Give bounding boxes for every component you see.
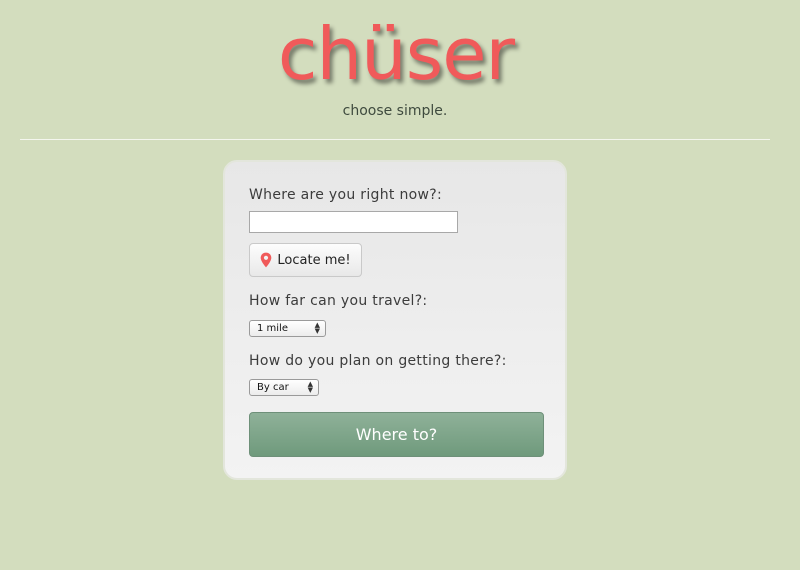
tagline: choose simple. <box>342 103 448 119</box>
distance-selected-value: 1 mile <box>257 323 288 334</box>
location-label: Where are you right now?: <box>249 187 442 203</box>
location-input[interactable] <box>249 211 458 233</box>
transport-selected-value: By car <box>257 382 289 393</box>
transport-select[interactable]: By car ▲ ▼ <box>249 379 319 396</box>
transport-label: How do you plan on getting there?: <box>249 353 507 369</box>
locate-me-button[interactable]: Locate me! <box>249 243 362 277</box>
distance-label: How far can you travel?: <box>249 293 428 309</box>
logo: chüser <box>277 12 515 96</box>
where-to-button[interactable]: Where to? <box>249 412 544 457</box>
distance-select[interactable]: 1 mile ▲ ▼ <box>249 320 326 337</box>
updown-arrows-icon: ▲ ▼ <box>314 321 320 335</box>
search-form-card: Where are you right now?: Locate me! How… <box>223 160 567 480</box>
locate-me-label: Locate me! <box>277 252 351 268</box>
updown-arrows-icon: ▲ ▼ <box>307 380 313 394</box>
page: chüser choose simple. Where are you righ… <box>0 0 800 570</box>
header-divider <box>20 139 770 140</box>
map-pin-icon <box>260 252 272 268</box>
